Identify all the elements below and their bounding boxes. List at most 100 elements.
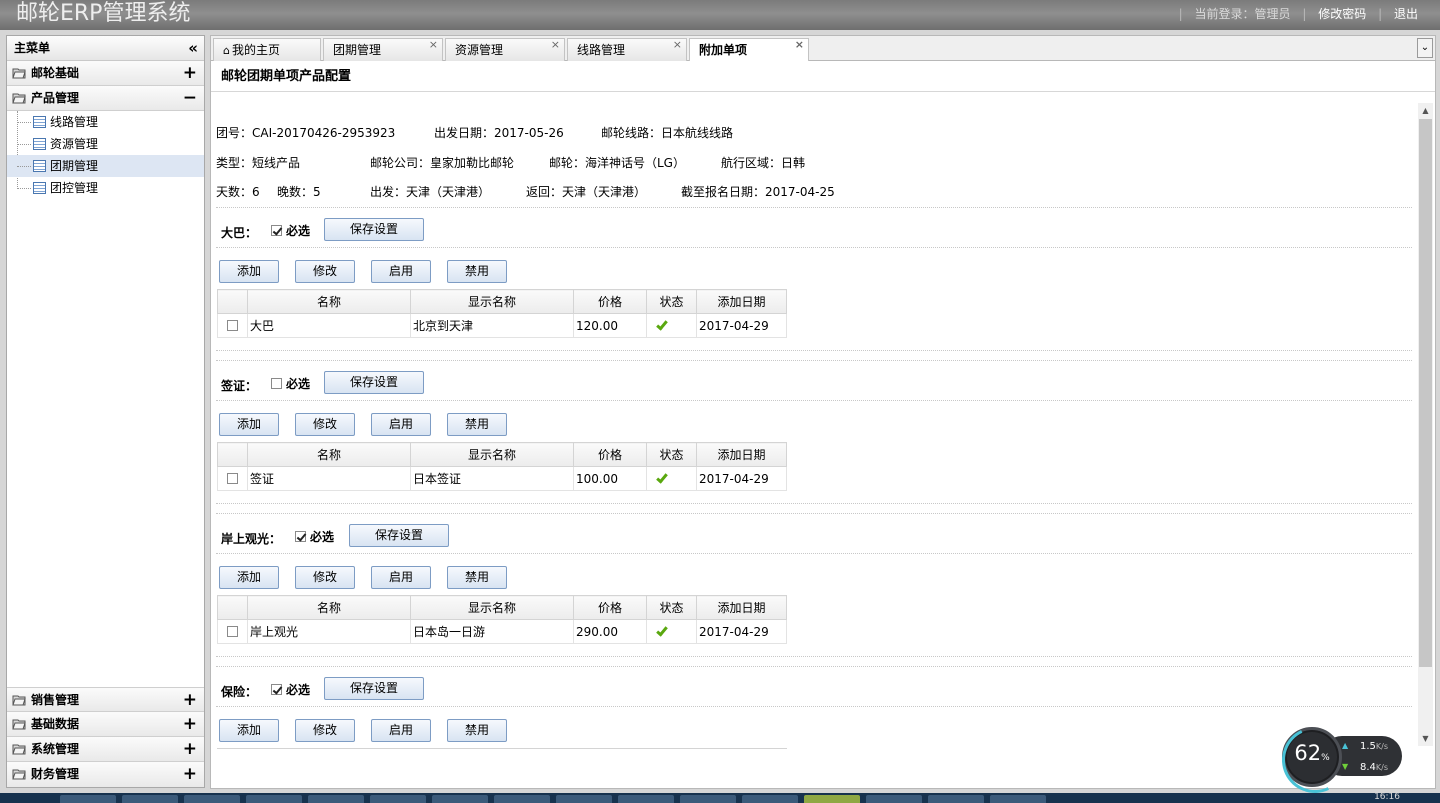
table-row[interactable]: 签证 日本签证 100.00 2017-04-29 [217,466,787,491]
product-tree: 线路管理 资源管理 团期管理 团控管理 [7,111,204,198]
main-menu: 主菜单 « 邮轮基础 + 产品管理 − 线路管理 资源管理 团期管理 团控管理 [6,35,205,788]
section-label: 保险： [221,685,258,699]
cell-display-name: 北京到天津 [410,313,574,338]
required-option[interactable]: 必选 [271,681,310,698]
required-checkbox[interactable] [271,225,282,236]
row-checkbox[interactable] [227,472,238,484]
network-speed-widget[interactable]: 62% ▲ 1.5K/s ▼ 8.4K/s [1282,727,1402,787]
menu-group-cruise-basics[interactable]: 邮轮基础 + [7,61,204,86]
collapse-menu-icon[interactable]: « [188,36,198,60]
disable-button[interactable]: 禁用 [447,413,507,436]
add-button[interactable]: 添加 [219,719,279,742]
required-checkbox[interactable] [271,378,282,389]
menu-group-product-management[interactable]: 产品管理 − [7,86,204,111]
addon-table: 名称 显示名称 价格 状态 添加日期 大巴 北京到天津 120.00 2017-… [217,289,787,338]
grid-icon [33,138,46,150]
required-option[interactable]: 必选 [271,222,310,239]
cell-date: 2017-04-29 [696,466,787,491]
tab-home[interactable]: ⌂ 我的主页 [213,38,321,61]
expand-icon[interactable]: + [183,61,197,85]
enable-button[interactable]: 启用 [371,566,431,589]
app-header: 邮轮ERP管理系统 | 当前登录：管理员 | 修改密码 | 退出 [0,0,1440,30]
cruise-company: 邮轮公司：皇家加勒比邮轮 [370,156,515,170]
row-checkbox[interactable] [227,319,238,331]
vertical-scrollbar[interactable]: ▲ ▼ [1418,103,1433,746]
usage-percent: 62% [1294,741,1330,765]
table-row[interactable]: 岸上观光 日本岛一日游 290.00 2017-04-29 [217,619,787,644]
edit-button[interactable]: 修改 [295,260,355,283]
required-option[interactable]: 必选 [271,375,310,392]
edit-button[interactable]: 修改 [295,566,355,589]
departure-port: 出发：天津（天津港） [370,185,491,199]
save-settings-button[interactable]: 保存设置 [324,371,424,394]
close-icon[interactable]: × [673,34,682,56]
cell-name: 签证 [247,466,411,491]
add-button[interactable]: 添加 [219,260,279,283]
group-number: 团号：CAI-20170426-2953923 [216,126,396,140]
close-icon[interactable]: × [551,34,560,56]
required-checkbox[interactable] [295,531,306,542]
scrollbar-thumb[interactable] [1419,119,1432,667]
tab-departure-management[interactable]: 团期管理 × [323,38,443,61]
save-settings-button[interactable]: 保存设置 [349,524,449,547]
menu-header: 主菜单 « [7,36,204,61]
logout-link[interactable]: 退出 [1394,7,1418,21]
close-icon[interactable]: × [429,34,438,56]
expand-icon[interactable]: + [183,712,197,736]
menu-bottom-groups: 销售管理 + 基础数据 + 系统管理 + 财务管理 + [7,687,204,787]
cell-price: 100.00 [573,466,647,491]
download-rate: ▼ 8.4K/s [1342,762,1389,773]
grid-icon [33,160,46,172]
scroll-up-icon[interactable]: ▲ [1418,103,1433,118]
current-user-label: 当前登录：管理员 [1194,7,1291,21]
menu-group-finance[interactable]: 财务管理 + [7,762,204,787]
required-option[interactable]: 必选 [295,528,334,545]
menu-group-sales[interactable]: 销售管理 + [7,687,204,712]
enable-button[interactable]: 启用 [371,413,431,436]
folder-icon [12,93,26,104]
content-panel: 邮轮团期单项产品配置 团号：CAI-20170426-2953923 出发日期：… [210,61,1436,789]
tree-item-departure-management[interactable]: 团期管理 [7,155,204,177]
tree-item-route-management[interactable]: 线路管理 [7,111,204,133]
add-button[interactable]: 添加 [219,413,279,436]
edit-button[interactable]: 修改 [295,719,355,742]
table-header-row: 名称 显示名称 价格 状态 添加日期 [217,289,787,314]
disable-button[interactable]: 禁用 [447,719,507,742]
menu-group-base-data[interactable]: 基础数据 + [7,712,204,737]
cell-date: 2017-04-29 [696,619,787,644]
row-checkbox[interactable] [227,625,238,637]
cell-display-name: 日本岛一日游 [410,619,574,644]
menu-group-label: 产品管理 [31,91,80,105]
grid-icon [33,182,46,194]
folder-icon [12,719,26,730]
required-checkbox[interactable] [271,684,282,695]
enable-button[interactable]: 启用 [371,719,431,742]
table-row[interactable]: 大巴 北京到天津 120.00 2017-04-29 [217,313,787,338]
add-button[interactable]: 添加 [219,566,279,589]
close-icon[interactable]: × [795,34,804,56]
collapse-icon[interactable]: − [183,86,197,110]
tab-resource-management[interactable]: 资源管理 × [445,38,565,61]
disable-button[interactable]: 禁用 [447,260,507,283]
scroll-down-icon[interactable]: ▼ [1418,731,1433,746]
tab-list-dropdown-icon[interactable]: ⌄ [1417,38,1433,58]
tree-item-resource-management[interactable]: 资源管理 [7,133,204,155]
product-type: 类型：短线产品 [216,156,301,170]
enable-button[interactable]: 启用 [371,260,431,283]
expand-icon[interactable]: + [183,762,197,786]
tab-addon-items[interactable]: 附加单项 × [689,38,809,62]
tab-route-management[interactable]: 线路管理 × [567,38,687,61]
expand-icon[interactable]: + [183,688,197,712]
menu-group-system[interactable]: 系统管理 + [7,737,204,762]
tab-bar: ⌂ 我的主页 团期管理 × 资源管理 × 线路管理 × 附加单项 × ⌄ [210,35,1436,62]
page-title: 邮轮团期单项产品配置 [211,61,1435,92]
folder-icon [12,744,26,755]
disable-button[interactable]: 禁用 [447,566,507,589]
edit-button[interactable]: 修改 [295,413,355,436]
save-settings-button[interactable]: 保存设置 [324,677,424,700]
expand-icon[interactable]: + [183,737,197,761]
change-password-link[interactable]: 修改密码 [1318,7,1366,21]
folder-icon [12,68,26,79]
tree-item-group-control[interactable]: 团控管理 [7,177,204,199]
save-settings-button[interactable]: 保存设置 [324,218,424,241]
